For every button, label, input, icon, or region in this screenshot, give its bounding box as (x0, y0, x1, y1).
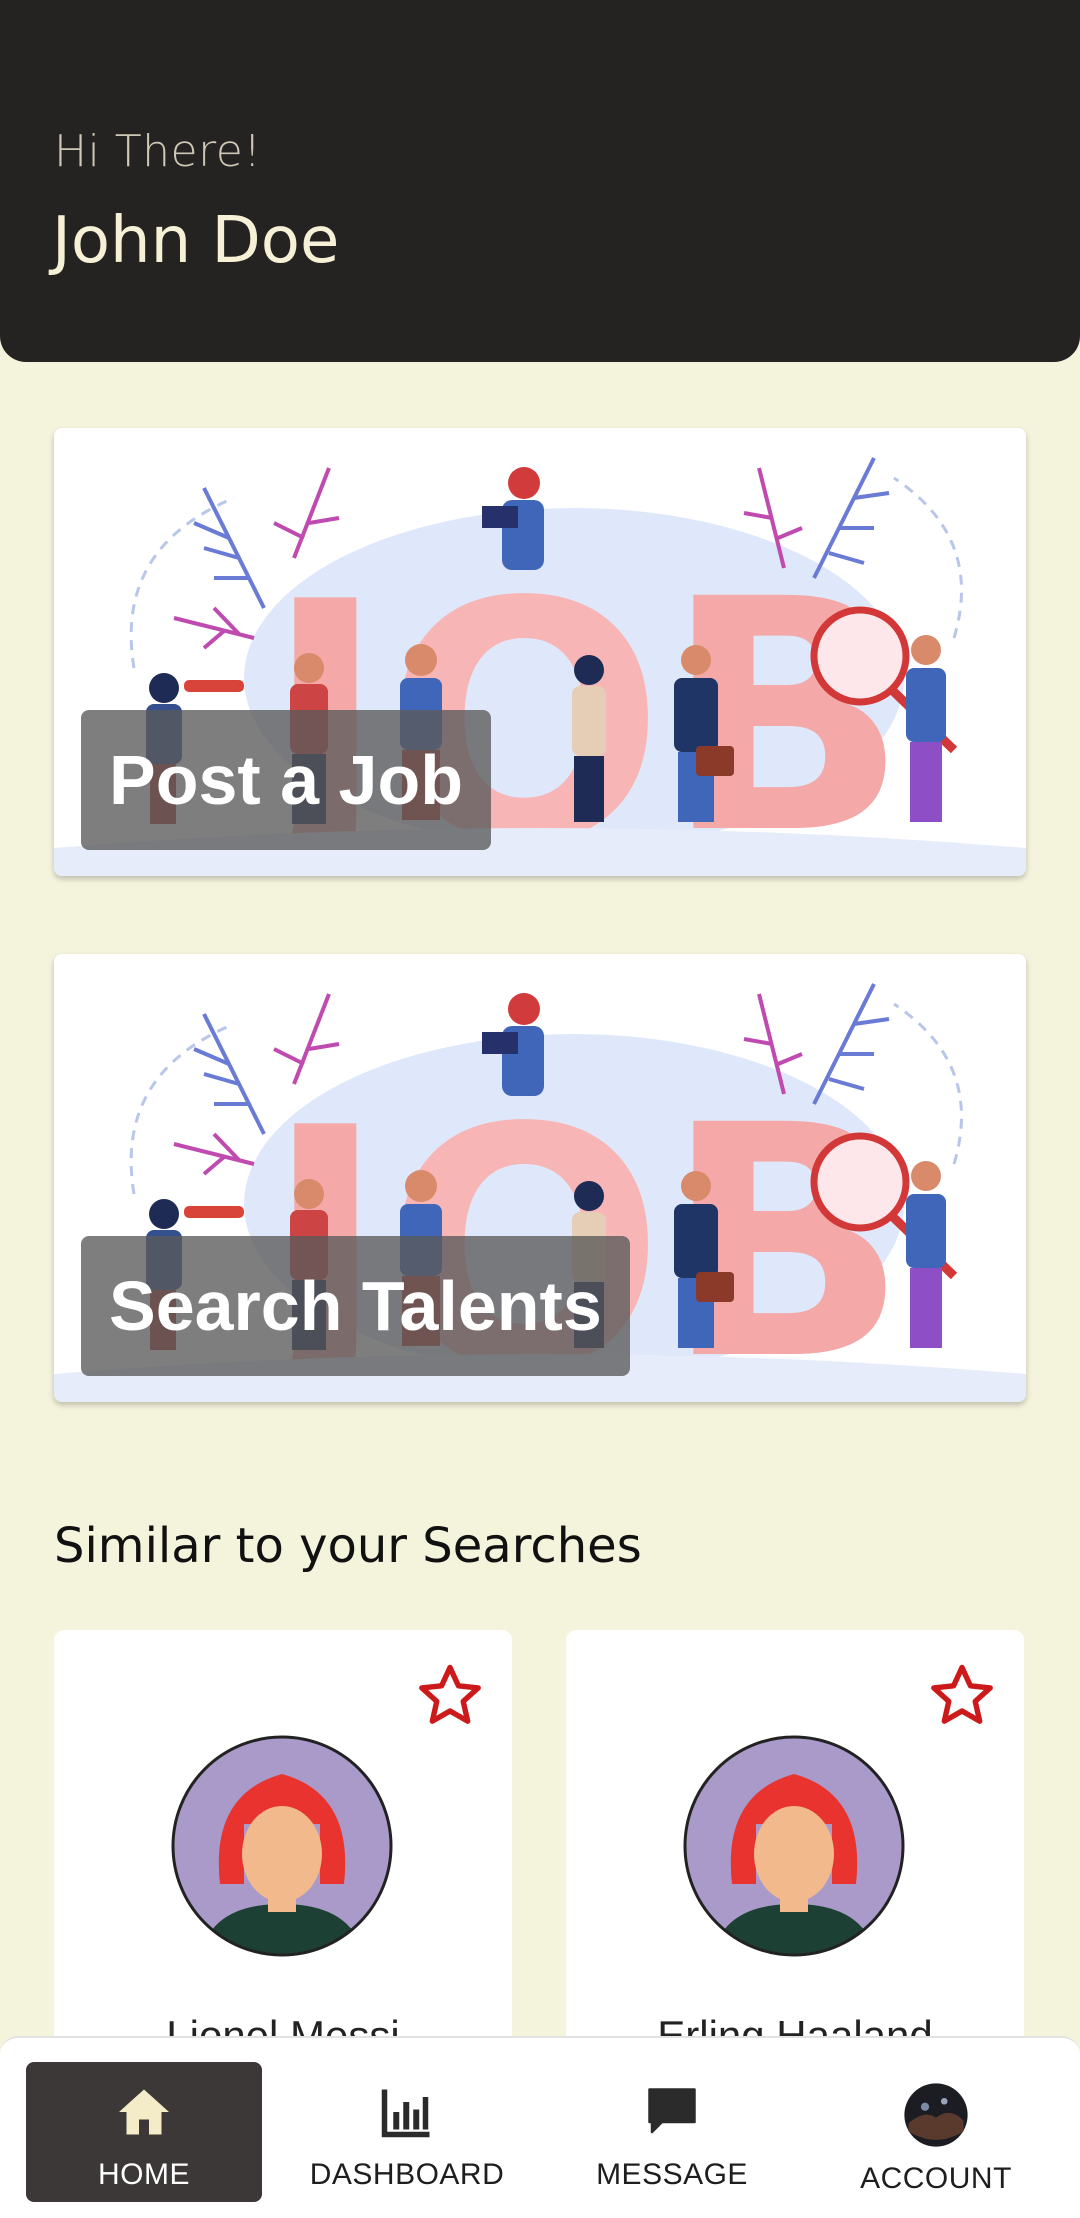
search-talents-label: Search Talents (81, 1236, 630, 1376)
message-icon (648, 2088, 696, 2134)
home-icon (119, 2089, 169, 2135)
avatar (683, 1735, 905, 1957)
nav-account-label: ACCOUNT (860, 2162, 1012, 2195)
greeting-text: Hi There! (54, 126, 262, 177)
search-talents-card[interactable]: J O B Search Talents (54, 954, 1026, 1402)
nav-account[interactable]: ACCOUNT (818, 2062, 1054, 2202)
bar-chart-icon (381, 2089, 430, 2138)
avatar-icon (904, 2083, 968, 2147)
nav-home-label: HOME (98, 2158, 190, 2191)
nav-dashboard-label: DASHBOARD (309, 2158, 505, 2191)
nav-message[interactable]: MESSAGE (554, 2062, 790, 2202)
star-outline-icon[interactable] (414, 1660, 486, 1732)
post-job-label: Post a Job (81, 710, 491, 850)
profile-card[interactable]: Erling Haaland (566, 1630, 1024, 2090)
nav-dashboard[interactable]: DASHBOARD (289, 2062, 525, 2202)
section-title: Similar to your Searches (54, 1518, 642, 1574)
profile-card[interactable]: Lionel Messi (54, 1630, 512, 2090)
nav-home[interactable]: HOME (26, 2062, 262, 2202)
user-name: John Doe (52, 204, 340, 278)
nav-message-label: MESSAGE (596, 2158, 748, 2191)
header: Hi There! John Doe (0, 0, 1080, 362)
star-outline-icon[interactable] (926, 1660, 998, 1732)
bottom-nav: HOME DASHBOARD MESSAGE ACCOUNT (0, 2036, 1080, 2218)
avatar (171, 1735, 393, 1957)
post-job-card[interactable]: J O B Post a Job (54, 428, 1026, 876)
